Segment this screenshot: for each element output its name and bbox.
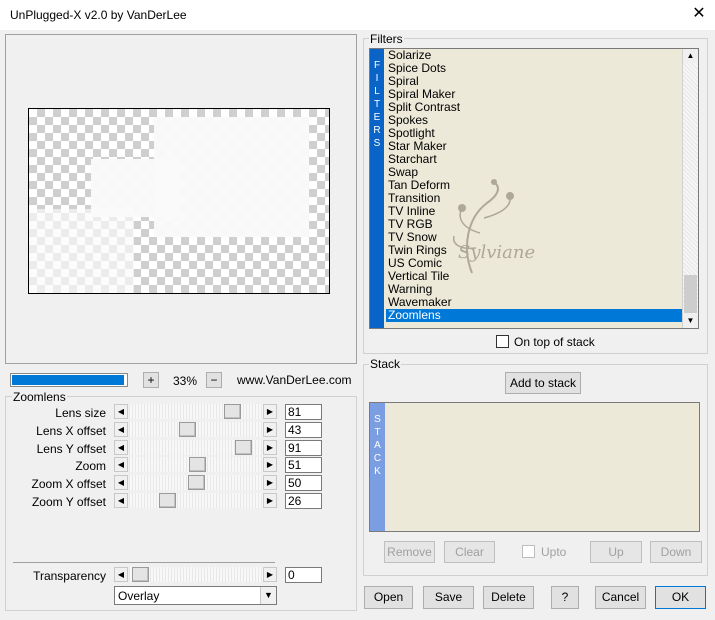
param-slider[interactable] <box>129 440 263 455</box>
blend-mode-value: Overlay <box>118 589 160 603</box>
param-slider[interactable] <box>129 475 263 490</box>
filters-side-bar: FILTERS <box>370 49 384 328</box>
progress-fill <box>12 375 124 385</box>
stack-letter: C <box>373 453 382 464</box>
down-button[interactable]: Down <box>650 541 702 563</box>
blend-mode-select[interactable]: Overlay ▼ <box>114 586 277 605</box>
filter-item[interactable]: Split Contrast <box>386 101 683 114</box>
param-decrease-icon[interactable]: ◀ <box>114 440 128 455</box>
filters-letter: I <box>375 73 379 84</box>
ok-button[interactable]: OK <box>655 586 706 609</box>
param-slider-thumb[interactable] <box>189 457 206 472</box>
param-slider-thumb[interactable] <box>188 475 205 490</box>
param-increase-icon[interactable]: ▶ <box>263 404 277 419</box>
param-value[interactable]: 51 <box>285 457 322 473</box>
param-increase-icon[interactable]: ▶ <box>263 422 277 437</box>
param-slider-thumb[interactable] <box>224 404 241 419</box>
transparency-label: Transparency <box>33 569 106 583</box>
transparency-slider[interactable] <box>129 567 263 582</box>
watermark-text: Sylviane <box>458 242 536 263</box>
transparency-decrease-icon[interactable]: ◀ <box>114 567 128 582</box>
stack-letter: A <box>374 440 381 451</box>
param-label: Zoom Y offset <box>31 495 106 509</box>
open-button[interactable]: Open <box>364 586 413 609</box>
param-value[interactable]: 91 <box>285 440 322 456</box>
stack-letter: S <box>374 414 381 425</box>
param-decrease-icon[interactable]: ◀ <box>114 422 128 437</box>
param-value[interactable]: 50 <box>285 475 322 491</box>
on-top-checkbox[interactable] <box>496 335 509 348</box>
filters-letter: L <box>374 86 380 97</box>
scroll-track[interactable] <box>683 63 698 314</box>
stack-group-label: Stack <box>369 357 402 371</box>
add-to-stack-button[interactable]: Add to stack <box>505 372 581 394</box>
stack-letter: K <box>374 466 381 477</box>
filter-scrollbar[interactable]: ▲ ▼ <box>682 49 698 328</box>
window-title: UnPlugged-X v2.0 by VanDerLee <box>10 8 187 22</box>
stack-letter: T <box>374 427 381 438</box>
filter-item[interactable]: Zoomlens <box>386 309 683 322</box>
website-link[interactable]: www.VanDerLee.com <box>237 373 352 387</box>
param-value[interactable]: 26 <box>285 493 322 509</box>
param-slider[interactable] <box>129 422 263 437</box>
param-increase-icon[interactable]: ▶ <box>263 457 277 472</box>
param-slider-thumb[interactable] <box>159 493 176 508</box>
help-button[interactable]: ? <box>551 586 579 609</box>
filters-letter: F <box>373 60 381 71</box>
param-decrease-icon[interactable]: ◀ <box>114 404 128 419</box>
transparency-slider-thumb[interactable] <box>132 567 149 582</box>
filters-letter: T <box>373 99 381 110</box>
param-slider-thumb[interactable] <box>179 422 196 437</box>
progress-bar <box>10 373 128 387</box>
chevron-down-icon[interactable]: ▼ <box>260 587 276 604</box>
scroll-thumb[interactable] <box>684 275 697 313</box>
param-slider-thumb[interactable] <box>235 440 252 455</box>
param-decrease-icon[interactable]: ◀ <box>114 493 128 508</box>
scroll-up-icon[interactable]: ▲ <box>683 49 698 63</box>
param-slider[interactable] <box>129 404 263 419</box>
preview-image[interactable] <box>28 108 330 294</box>
save-button[interactable]: Save <box>423 586 474 609</box>
filters-letter: S <box>373 138 381 149</box>
transparency-increase-icon[interactable]: ▶ <box>263 567 277 582</box>
scroll-down-icon[interactable]: ▼ <box>683 314 698 328</box>
param-value[interactable]: 81 <box>285 404 322 420</box>
on-top-label: On top of stack <box>514 335 595 349</box>
filters-letter: R <box>373 125 381 136</box>
clear-button[interactable]: Clear <box>444 541 495 563</box>
param-value[interactable]: 43 <box>285 422 322 438</box>
param-decrease-icon[interactable]: ◀ <box>114 457 128 472</box>
zoomlens-group-label: Zoomlens <box>12 390 67 404</box>
watermark-logo: Sylviane <box>432 178 552 278</box>
remove-button[interactable]: Remove <box>384 541 435 563</box>
stack-side-bar: STACK <box>370 403 385 531</box>
zoom-out-button[interactable]: − <box>206 372 222 388</box>
transparency-value[interactable]: 0 <box>285 567 322 583</box>
param-label: Lens Y offset <box>36 442 106 456</box>
param-label: Zoom X offset <box>31 477 106 491</box>
filter-item[interactable]: Spice Dots <box>386 62 683 75</box>
param-label: Lens X offset <box>36 424 106 438</box>
param-increase-icon[interactable]: ▶ <box>263 475 277 490</box>
filters-group-label: Filters <box>369 32 404 46</box>
stack-list[interactable]: STACK <box>369 402 700 532</box>
filters-letter: E <box>373 112 381 123</box>
param-label: Zoom <box>75 459 106 473</box>
upto-checkbox[interactable] <box>522 545 535 558</box>
separator <box>13 562 275 563</box>
upto-label: Upto <box>541 545 567 559</box>
zoom-in-button[interactable]: + <box>143 372 159 388</box>
close-icon[interactable]: ✕ <box>690 4 708 24</box>
filter-item[interactable]: Starchart <box>386 153 683 166</box>
delete-button[interactable]: Delete <box>483 586 534 609</box>
param-increase-icon[interactable]: ▶ <box>263 440 277 455</box>
param-decrease-icon[interactable]: ◀ <box>114 475 128 490</box>
param-slider[interactable] <box>129 493 263 508</box>
param-increase-icon[interactable]: ▶ <box>263 493 277 508</box>
zoom-level: 33% <box>172 374 198 388</box>
up-button[interactable]: Up <box>590 541 642 563</box>
param-label: Lens size <box>55 406 106 420</box>
cancel-button[interactable]: Cancel <box>595 586 646 609</box>
param-slider[interactable] <box>129 457 263 472</box>
